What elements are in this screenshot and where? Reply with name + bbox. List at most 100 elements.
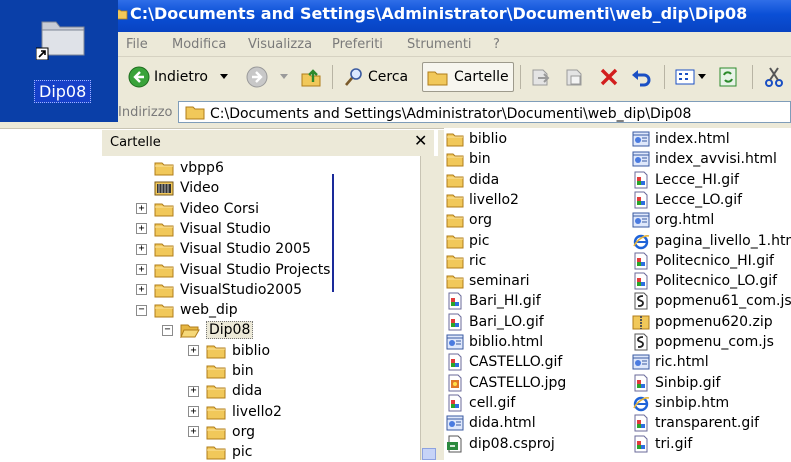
file-item[interactable]: popmenu61_com.js [632, 291, 791, 311]
tree-item[interactable]: + biblio [188, 341, 270, 361]
file-item[interactable]: biblio.html [446, 332, 543, 352]
file-item[interactable]: CASTELLO.jpg [446, 373, 566, 393]
views-button[interactable] [674, 62, 706, 92]
file-list: biblio bin dida livello2 org pic ric seminari Ba… [444, 128, 791, 460]
file-item[interactable]: Politecnico_LO.gif [632, 271, 777, 291]
file-item[interactable]: biblio [446, 129, 507, 149]
file-name: Politecnico_HI.gif [655, 252, 774, 269]
file-item[interactable]: sinbip.htm [632, 393, 729, 413]
file-item[interactable]: popmenu_com.js [632, 332, 774, 352]
menu-strumenti[interactable]: Strumenti [407, 37, 472, 52]
sync-icon [719, 67, 737, 87]
menu-help[interactable]: ? [493, 37, 500, 52]
file-item[interactable]: Lecce_LO.gif [632, 190, 742, 210]
tree-item[interactable]: + VisualStudio2005 [136, 280, 302, 300]
tree-item-label: Visual Studio Projects [180, 261, 331, 278]
file-item[interactable]: Sinbip.gif [632, 373, 720, 393]
tree-item[interactable]: + dida [188, 381, 262, 401]
file-item[interactable]: popmenu620.zip [632, 312, 773, 332]
tree-item[interactable]: + livello2 [188, 402, 282, 422]
tree-item[interactable]: pic [188, 442, 252, 462]
expand-icon[interactable]: + [136, 243, 147, 255]
file-item[interactable]: pagina_livello_1.htm [632, 231, 791, 251]
file-item[interactable]: pic [446, 231, 489, 251]
cut-button[interactable] [764, 62, 784, 92]
tree-item[interactable]: bin [188, 361, 254, 381]
copy-to-button[interactable] [564, 62, 586, 92]
close-icon[interactable]: ✕ [414, 131, 427, 150]
delete-button[interactable] [598, 62, 620, 92]
expand-icon[interactable]: + [188, 345, 199, 357]
expand-icon[interactable]: + [188, 426, 199, 438]
expand-icon[interactable]: + [188, 406, 199, 418]
file-item[interactable]: dida.html [446, 413, 536, 433]
file-item[interactable]: dida [446, 170, 499, 190]
file-item[interactable]: bin [446, 149, 491, 169]
file-item[interactable]: CASTELLO.gif [446, 352, 562, 372]
tree-item-label: Visual Studio [180, 220, 271, 237]
file-item[interactable]: ric.html [632, 352, 709, 372]
file-item[interactable]: Bari_LO.gif [446, 312, 544, 332]
folder-icon [446, 255, 464, 269]
folders-button[interactable]: Cartelle [422, 62, 514, 92]
file-item[interactable]: org [446, 210, 492, 230]
desktop-folder-shortcut-icon[interactable] [36, 12, 90, 60]
file-item[interactable]: seminari [446, 271, 530, 291]
menu-file[interactable]: File [126, 37, 148, 52]
desktop-icon-label[interactable]: Dip08 [34, 80, 92, 103]
html-icon [632, 212, 650, 228]
tree-item[interactable]: + Visual Studio Projects [136, 260, 330, 280]
file-name: biblio [469, 131, 508, 147]
tree-item[interactable]: + org [188, 422, 255, 442]
expand-icon[interactable]: + [136, 264, 147, 275]
back-button[interactable]: Indietro [128, 62, 208, 92]
tree-item[interactable]: + Video Corsi [136, 199, 259, 219]
file-item[interactable]: tri.gif [632, 434, 692, 454]
forward-dropdown[interactable] [280, 62, 288, 92]
tree-item[interactable]: + Visual Studio 2005 [136, 239, 311, 259]
file-name: Sinbip.gif [655, 374, 721, 391]
file-item[interactable]: org.html [632, 210, 714, 230]
menu-preferiti[interactable]: Preferiti [332, 37, 383, 52]
tree-item[interactable]: − web_dip [136, 300, 238, 320]
up-folder-button[interactable] [300, 62, 322, 92]
zip-icon [632, 315, 650, 330]
file-item[interactable]: index_avvisi.html [632, 149, 777, 169]
expand-icon[interactable]: + [136, 203, 147, 215]
forward-button[interactable] [246, 62, 268, 92]
sync-button[interactable] [718, 62, 738, 92]
tree-item[interactable]: − Dip08 [162, 320, 254, 340]
menu-visualizza[interactable]: Visualizza [248, 37, 312, 52]
folder-icon [446, 235, 464, 248]
collapse-icon[interactable]: − [162, 324, 173, 336]
tree-item[interactable]: + Visual Studio [136, 219, 271, 239]
file-item[interactable]: livello2 [446, 190, 519, 210]
search-button[interactable]: Cerca [344, 62, 408, 92]
menu-modifica[interactable]: Modifica [172, 37, 226, 52]
tree-item[interactable]: vbpp6 [136, 158, 224, 178]
file-item[interactable]: Politecnico_HI.gif [632, 251, 774, 271]
tree-item-label: Video Corsi [180, 200, 259, 217]
file-item[interactable]: ric [446, 251, 486, 271]
expand-icon[interactable]: + [136, 223, 147, 235]
file-item[interactable]: cell.gif [446, 393, 515, 413]
expand-icon[interactable]: + [136, 284, 147, 296]
back-dropdown[interactable] [220, 62, 228, 92]
tree-scrollbar-thumb[interactable] [422, 448, 436, 460]
file-item[interactable]: transparent.gif [632, 413, 759, 433]
tree-scrollbar[interactable] [420, 156, 439, 460]
address-label: Indirizzo [118, 105, 173, 120]
folder-icon [446, 133, 464, 147]
expand-icon[interactable]: + [188, 385, 199, 397]
collapse-icon[interactable]: − [136, 304, 147, 316]
undo-button[interactable] [630, 62, 652, 92]
file-item[interactable]: index.html [632, 129, 730, 149]
file-item[interactable]: dip08.csproj [446, 434, 555, 454]
folder-icon [154, 304, 174, 318]
file-name: index.html [655, 131, 730, 147]
html-icon [446, 334, 464, 350]
tree-item[interactable]: Video [136, 178, 219, 198]
move-to-button[interactable] [530, 62, 552, 92]
file-item[interactable]: Lecce_HI.gif [632, 170, 739, 190]
file-item[interactable]: Bari_HI.gif [446, 291, 541, 311]
